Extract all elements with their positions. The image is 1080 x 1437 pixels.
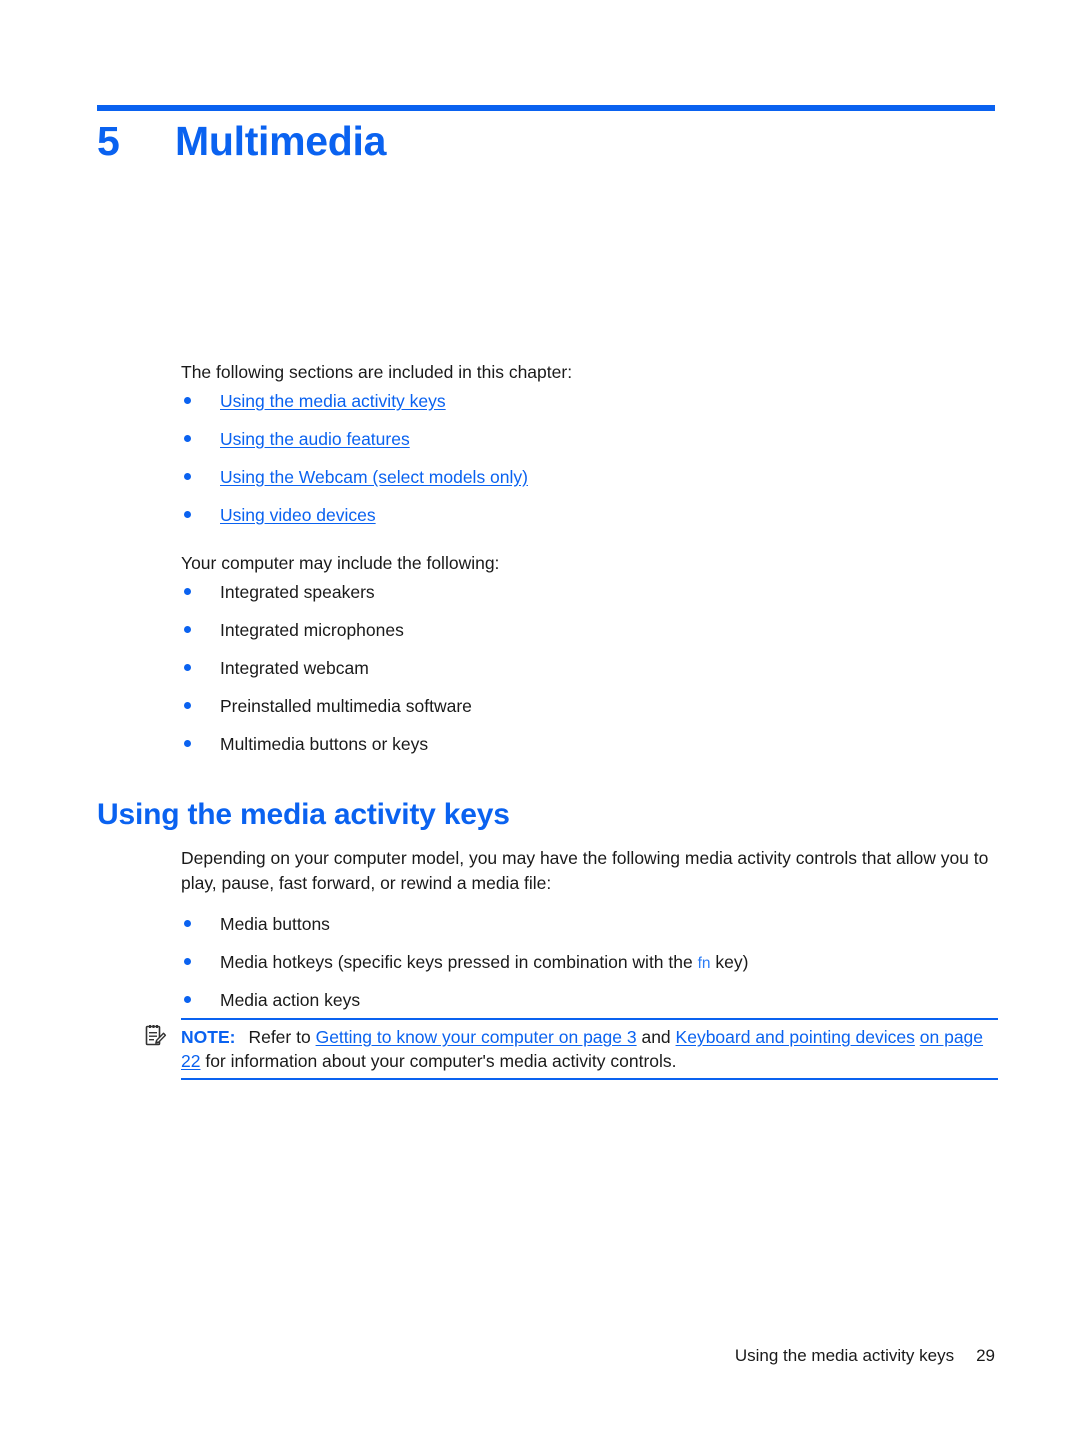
list-item: Using the media activity keys — [181, 389, 999, 427]
control-label: Media buttons — [220, 914, 330, 934]
page-footer: Using the media activity keys 29 — [0, 1345, 995, 1367]
chapter-rule — [97, 105, 995, 111]
intro-lead-2: Your computer may include the following: — [181, 553, 500, 573]
note-text-after: for information about your computer's me… — [200, 1051, 677, 1071]
link-using-video-devices[interactable]: Using video devices — [220, 505, 376, 525]
note-label: NOTE: — [181, 1027, 236, 1047]
footer-page-number: 29 — [976, 1346, 995, 1365]
bullet-dot-icon — [184, 511, 191, 518]
bullet-dot-icon — [184, 920, 191, 927]
bullet-dot-icon — [184, 626, 191, 633]
media-controls-list: Media buttons Media hotkeys (specific ke… — [181, 912, 999, 1026]
bullet-dot-icon — [184, 740, 191, 747]
section-heading: Using the media activity keys — [97, 798, 510, 831]
fn-key-label: fn — [697, 955, 711, 972]
bullet-dot-icon — [184, 958, 191, 965]
list-item: Media hotkeys (specific keys pressed in … — [181, 950, 999, 988]
note-callout: NOTE: Refer to Getting to know your compu… — [143, 1018, 998, 1080]
list-item: Integrated speakers — [181, 580, 999, 618]
chapter-title: 5 Multimedia — [97, 115, 997, 167]
note-body: NOTE: Refer to Getting to know your compu… — [181, 1018, 998, 1080]
list-item: Media buttons — [181, 912, 999, 950]
list-item: Integrated webcam — [181, 656, 999, 694]
list-item: Using the Webcam (select models only) — [181, 465, 999, 503]
document-page: 5 Multimedia The following sections are … — [0, 0, 1080, 1437]
list-item: Integrated microphones — [181, 618, 999, 656]
bullet-dot-icon — [184, 664, 191, 671]
bullet-dot-icon — [184, 702, 191, 709]
chapter-name: Multimedia — [175, 118, 387, 164]
note-text-before: Refer to — [248, 1027, 316, 1047]
link-getting-to-know-your-computer[interactable]: Getting to know your computer on page 3 — [316, 1027, 637, 1047]
feature-label: Multimedia buttons or keys — [220, 734, 429, 754]
control-hotkey-prefix: Media hotkeys (specific keys pressed in … — [220, 952, 698, 972]
feature-list: Integrated speakers Integrated microphon… — [181, 580, 999, 770]
control-hotkey-suffix: key) — [710, 952, 749, 972]
chapter-number: 5 — [97, 118, 120, 164]
footer-section-title: Using the media activity keys — [734, 1346, 955, 1365]
feature-label: Integrated speakers — [220, 582, 375, 602]
control-label: Media action keys — [220, 990, 361, 1010]
bullet-dot-icon — [184, 996, 191, 1003]
link-keyboard-and-pointing-devices[interactable]: Keyboard and pointing devices — [676, 1027, 915, 1047]
bullet-dot-icon — [184, 473, 191, 480]
section-link-list: Using the media activity keys Using the … — [181, 389, 999, 541]
intro-lead: The following sections are included in t… — [181, 362, 573, 382]
section-content: Depending on your computer model, you ma… — [181, 846, 999, 1026]
link-using-the-webcam[interactable]: Using the Webcam (select models only) — [220, 467, 528, 487]
note-text-middle: and — [636, 1027, 676, 1047]
bullet-dot-icon — [184, 588, 191, 595]
link-using-the-audio-features[interactable]: Using the audio features — [220, 429, 410, 449]
list-item: Using video devices — [181, 503, 999, 541]
link-using-the-media-activity-keys[interactable]: Using the media activity keys — [220, 391, 446, 411]
note-text: NOTE: Refer to Getting to know your compu… — [181, 1025, 998, 1073]
feature-label: Integrated microphones — [220, 620, 404, 640]
list-item: Multimedia buttons or keys — [181, 732, 999, 770]
list-item: Preinstalled multimedia software — [181, 694, 999, 732]
note-pencil-icon — [143, 1024, 167, 1048]
bullet-dot-icon — [184, 397, 191, 404]
feature-label: Preinstalled multimedia software — [220, 696, 472, 716]
intro-content: The following sections are included in t… — [181, 360, 999, 770]
feature-label: Integrated webcam — [220, 658, 369, 678]
list-item: Using the audio features — [181, 427, 999, 465]
section-paragraph: Depending on your computer model, you ma… — [181, 848, 989, 893]
bullet-dot-icon — [184, 435, 191, 442]
